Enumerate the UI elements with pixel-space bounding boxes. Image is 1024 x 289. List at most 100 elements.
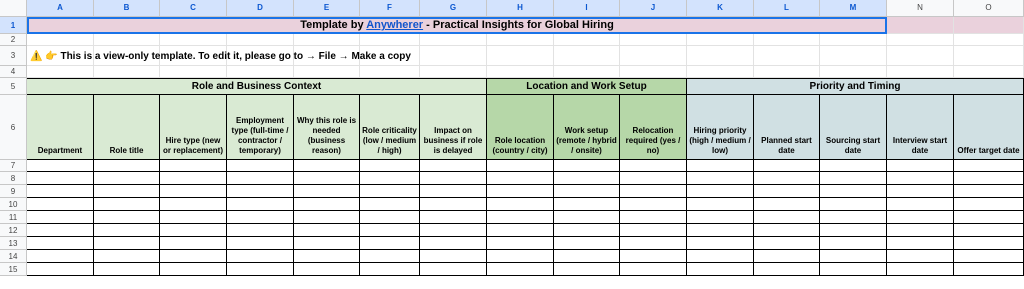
data-cell[interactable] [160,263,227,276]
cell[interactable] [420,66,487,78]
data-cell[interactable] [27,198,94,211]
data-cell[interactable] [954,185,1024,198]
header-cell[interactable]: Role title [94,95,160,160]
cell[interactable] [954,46,1024,66]
column-header-m[interactable]: M [820,0,887,17]
data-cell[interactable] [887,160,954,172]
data-cell[interactable] [360,185,420,198]
column-header-e[interactable]: E [294,0,360,17]
data-cell[interactable] [227,224,294,237]
header-cell[interactable]: Relocation required (yes / no) [620,95,687,160]
cell[interactable] [687,46,754,66]
header-cell[interactable]: Impact on business if role is delayed [420,95,487,160]
section-location-work-setup[interactable]: Location and Work Setup [487,78,687,95]
data-cell[interactable] [420,160,487,172]
row-header-8[interactable]: 8 [0,172,27,185]
data-cell[interactable] [820,250,887,263]
header-cell[interactable]: Role criticality (low / medium / high) [360,95,420,160]
column-header-h[interactable]: H [487,0,554,17]
data-cell[interactable] [227,237,294,250]
data-cell[interactable] [887,250,954,263]
title-fill-o[interactable] [954,17,1024,34]
cell[interactable] [954,66,1024,78]
data-cell[interactable] [227,263,294,276]
data-cell[interactable] [887,224,954,237]
data-cell[interactable] [227,198,294,211]
data-cell[interactable] [94,263,160,276]
data-cell[interactable] [27,263,94,276]
data-cell[interactable] [420,185,487,198]
cell[interactable] [754,46,820,66]
data-cell[interactable] [420,198,487,211]
data-cell[interactable] [620,172,687,185]
cell[interactable] [887,34,954,46]
data-cell[interactable] [687,160,754,172]
data-cell[interactable] [487,250,554,263]
data-cell[interactable] [94,237,160,250]
header-cell[interactable]: Offer target date [954,95,1024,160]
row-header-10[interactable]: 10 [0,198,27,211]
header-cell[interactable]: Employment type (full-time / contractor … [227,95,294,160]
data-cell[interactable] [954,160,1024,172]
data-cell[interactable] [687,211,754,224]
data-cell[interactable] [954,250,1024,263]
data-cell[interactable] [954,237,1024,250]
data-cell[interactable] [420,237,487,250]
data-cell[interactable] [294,211,360,224]
data-cell[interactable] [487,160,554,172]
data-cell[interactable] [160,185,227,198]
row-header-6[interactable]: 6 [0,95,27,160]
data-cell[interactable] [294,172,360,185]
data-cell[interactable] [360,211,420,224]
cell[interactable] [487,46,554,66]
row-header-11[interactable]: 11 [0,211,27,224]
cell[interactable] [94,34,160,46]
data-cell[interactable] [294,250,360,263]
data-cell[interactable] [360,263,420,276]
cell[interactable] [360,66,420,78]
anywherer-link[interactable]: Anywherer [366,19,423,31]
cell[interactable] [687,66,754,78]
cell[interactable] [620,34,687,46]
cell[interactable] [687,34,754,46]
data-cell[interactable] [360,172,420,185]
data-cell[interactable] [887,263,954,276]
row-header-14[interactable]: 14 [0,250,27,263]
data-cell[interactable] [420,211,487,224]
row-header-12[interactable]: 12 [0,224,27,237]
header-cell[interactable]: Why this role is needed (business reason… [294,95,360,160]
header-cell[interactable]: Hire type (new or replacement) [160,95,227,160]
cell[interactable] [820,66,887,78]
data-cell[interactable] [554,198,620,211]
data-cell[interactable] [687,172,754,185]
row-header-2[interactable]: 2 [0,34,27,46]
header-cell[interactable]: Sourcing start date [820,95,887,160]
title-fill-n[interactable] [887,17,954,34]
column-header-k[interactable]: K [687,0,754,17]
data-cell[interactable] [754,250,820,263]
cell[interactable] [294,34,360,46]
data-cell[interactable] [94,160,160,172]
column-header-f[interactable]: F [360,0,420,17]
data-cell[interactable] [687,237,754,250]
cell[interactable] [554,66,620,78]
data-cell[interactable] [887,198,954,211]
cell[interactable] [360,34,420,46]
data-cell[interactable] [94,211,160,224]
data-cell[interactable] [487,211,554,224]
data-cell[interactable] [160,250,227,263]
data-cell[interactable] [294,224,360,237]
data-cell[interactable] [554,263,620,276]
cell[interactable] [227,34,294,46]
data-cell[interactable] [487,185,554,198]
data-cell[interactable] [294,185,360,198]
column-header-a[interactable]: A [27,0,94,17]
data-cell[interactable] [620,185,687,198]
data-cell[interactable] [620,198,687,211]
row-header-3[interactable]: 3 [0,46,27,66]
column-header-g[interactable]: G [420,0,487,17]
data-cell[interactable] [27,211,94,224]
data-cell[interactable] [554,237,620,250]
data-cell[interactable] [620,211,687,224]
data-cell[interactable] [160,237,227,250]
